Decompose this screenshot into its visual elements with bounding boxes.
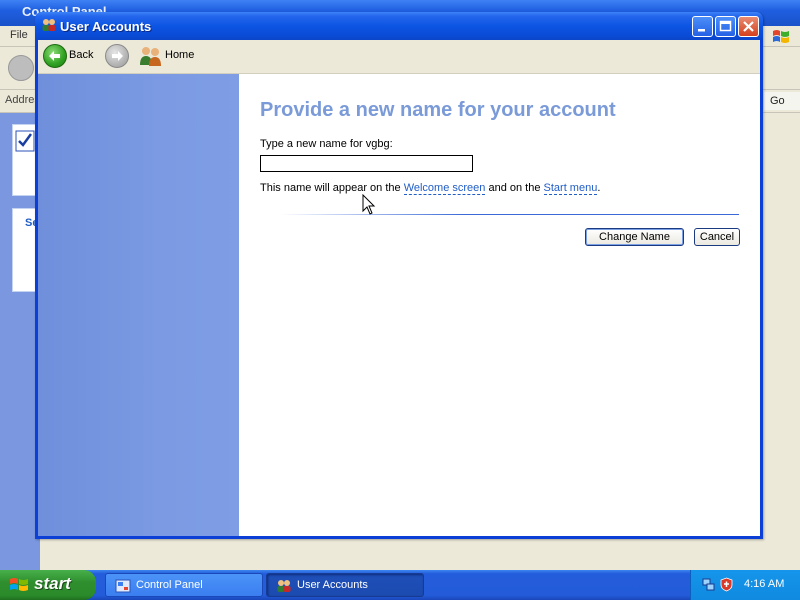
home-label[interactable]: Home <box>165 49 194 61</box>
change-name-button[interactable]: Change Name <box>585 228 684 246</box>
main-content: Provide a new name for your account Type… <box>239 74 760 536</box>
background-window-edge <box>764 113 800 570</box>
page-title: Provide a new name for your account <box>260 99 616 121</box>
network-icon[interactable] <box>701 577 716 592</box>
user-accounts-icon <box>42 19 56 31</box>
background-go-button[interactable]: Go <box>764 92 800 110</box>
name-field-label: Type a new name for vgbg: <box>260 138 393 150</box>
windows-logo-icon <box>773 30 789 43</box>
window-client-area: Back Home Provide a new name for your ac… <box>38 40 760 536</box>
window-titlebar[interactable]: User Accounts <box>35 12 763 40</box>
background-menu-file[interactable]: File <box>10 29 28 41</box>
maximize-button[interactable] <box>715 16 736 37</box>
taskbar-item-user-accounts[interactable]: User Accounts <box>266 573 424 597</box>
cancel-button[interactable]: Cancel <box>694 228 740 246</box>
start-menu-link[interactable]: Start menu <box>543 182 598 195</box>
clock[interactable]: 4:16 AM <box>744 578 784 590</box>
user-accounts-window: User Accounts Back Home Provide a new na… <box>35 12 763 539</box>
new-name-input[interactable] <box>260 155 473 172</box>
left-task-pane <box>38 74 239 536</box>
welcome-screen-link[interactable]: Welcome screen <box>403 182 486 195</box>
taskbar: start Control Panel User Accounts 4:16 A… <box>0 570 800 600</box>
taskbar-item-control-panel[interactable]: Control Panel <box>105 573 263 597</box>
control-panel-icon <box>115 579 131 593</box>
close-button[interactable] <box>738 16 759 37</box>
maximize-icon <box>719 20 732 32</box>
back-arrow-icon <box>49 51 60 61</box>
windows-flag-icon <box>10 578 28 591</box>
info-text: This name will appear on the Welcome scr… <box>260 182 601 195</box>
divider <box>280 214 739 215</box>
navigation-bar: Back Home <box>38 40 760 74</box>
checklist-icon <box>15 130 35 152</box>
home-users-icon[interactable] <box>139 45 163 67</box>
start-label: start <box>34 574 71 593</box>
back-button[interactable] <box>43 44 67 68</box>
window-title: User Accounts <box>60 19 152 34</box>
background-back-icon[interactable] <box>8 55 34 81</box>
minimize-icon <box>698 29 705 32</box>
taskbar-item-label: Control Panel <box>136 579 203 591</box>
minimize-button[interactable] <box>692 16 713 37</box>
info-text-suffix: . <box>597 182 601 194</box>
security-shield-icon[interactable] <box>719 577 734 592</box>
close-icon <box>743 21 754 32</box>
start-button[interactable]: start <box>0 570 96 600</box>
info-text-middle: and on the <box>485 182 544 194</box>
forward-button[interactable] <box>105 44 129 68</box>
mouse-cursor-icon <box>362 194 376 215</box>
back-label[interactable]: Back <box>69 49 93 61</box>
user-accounts-icon <box>277 580 291 592</box>
system-tray: 4:16 AM <box>690 570 800 600</box>
taskbar-item-label: User Accounts <box>297 579 368 591</box>
info-text-prefix: This name will appear on the <box>260 182 404 194</box>
forward-arrow-icon <box>112 51 123 61</box>
